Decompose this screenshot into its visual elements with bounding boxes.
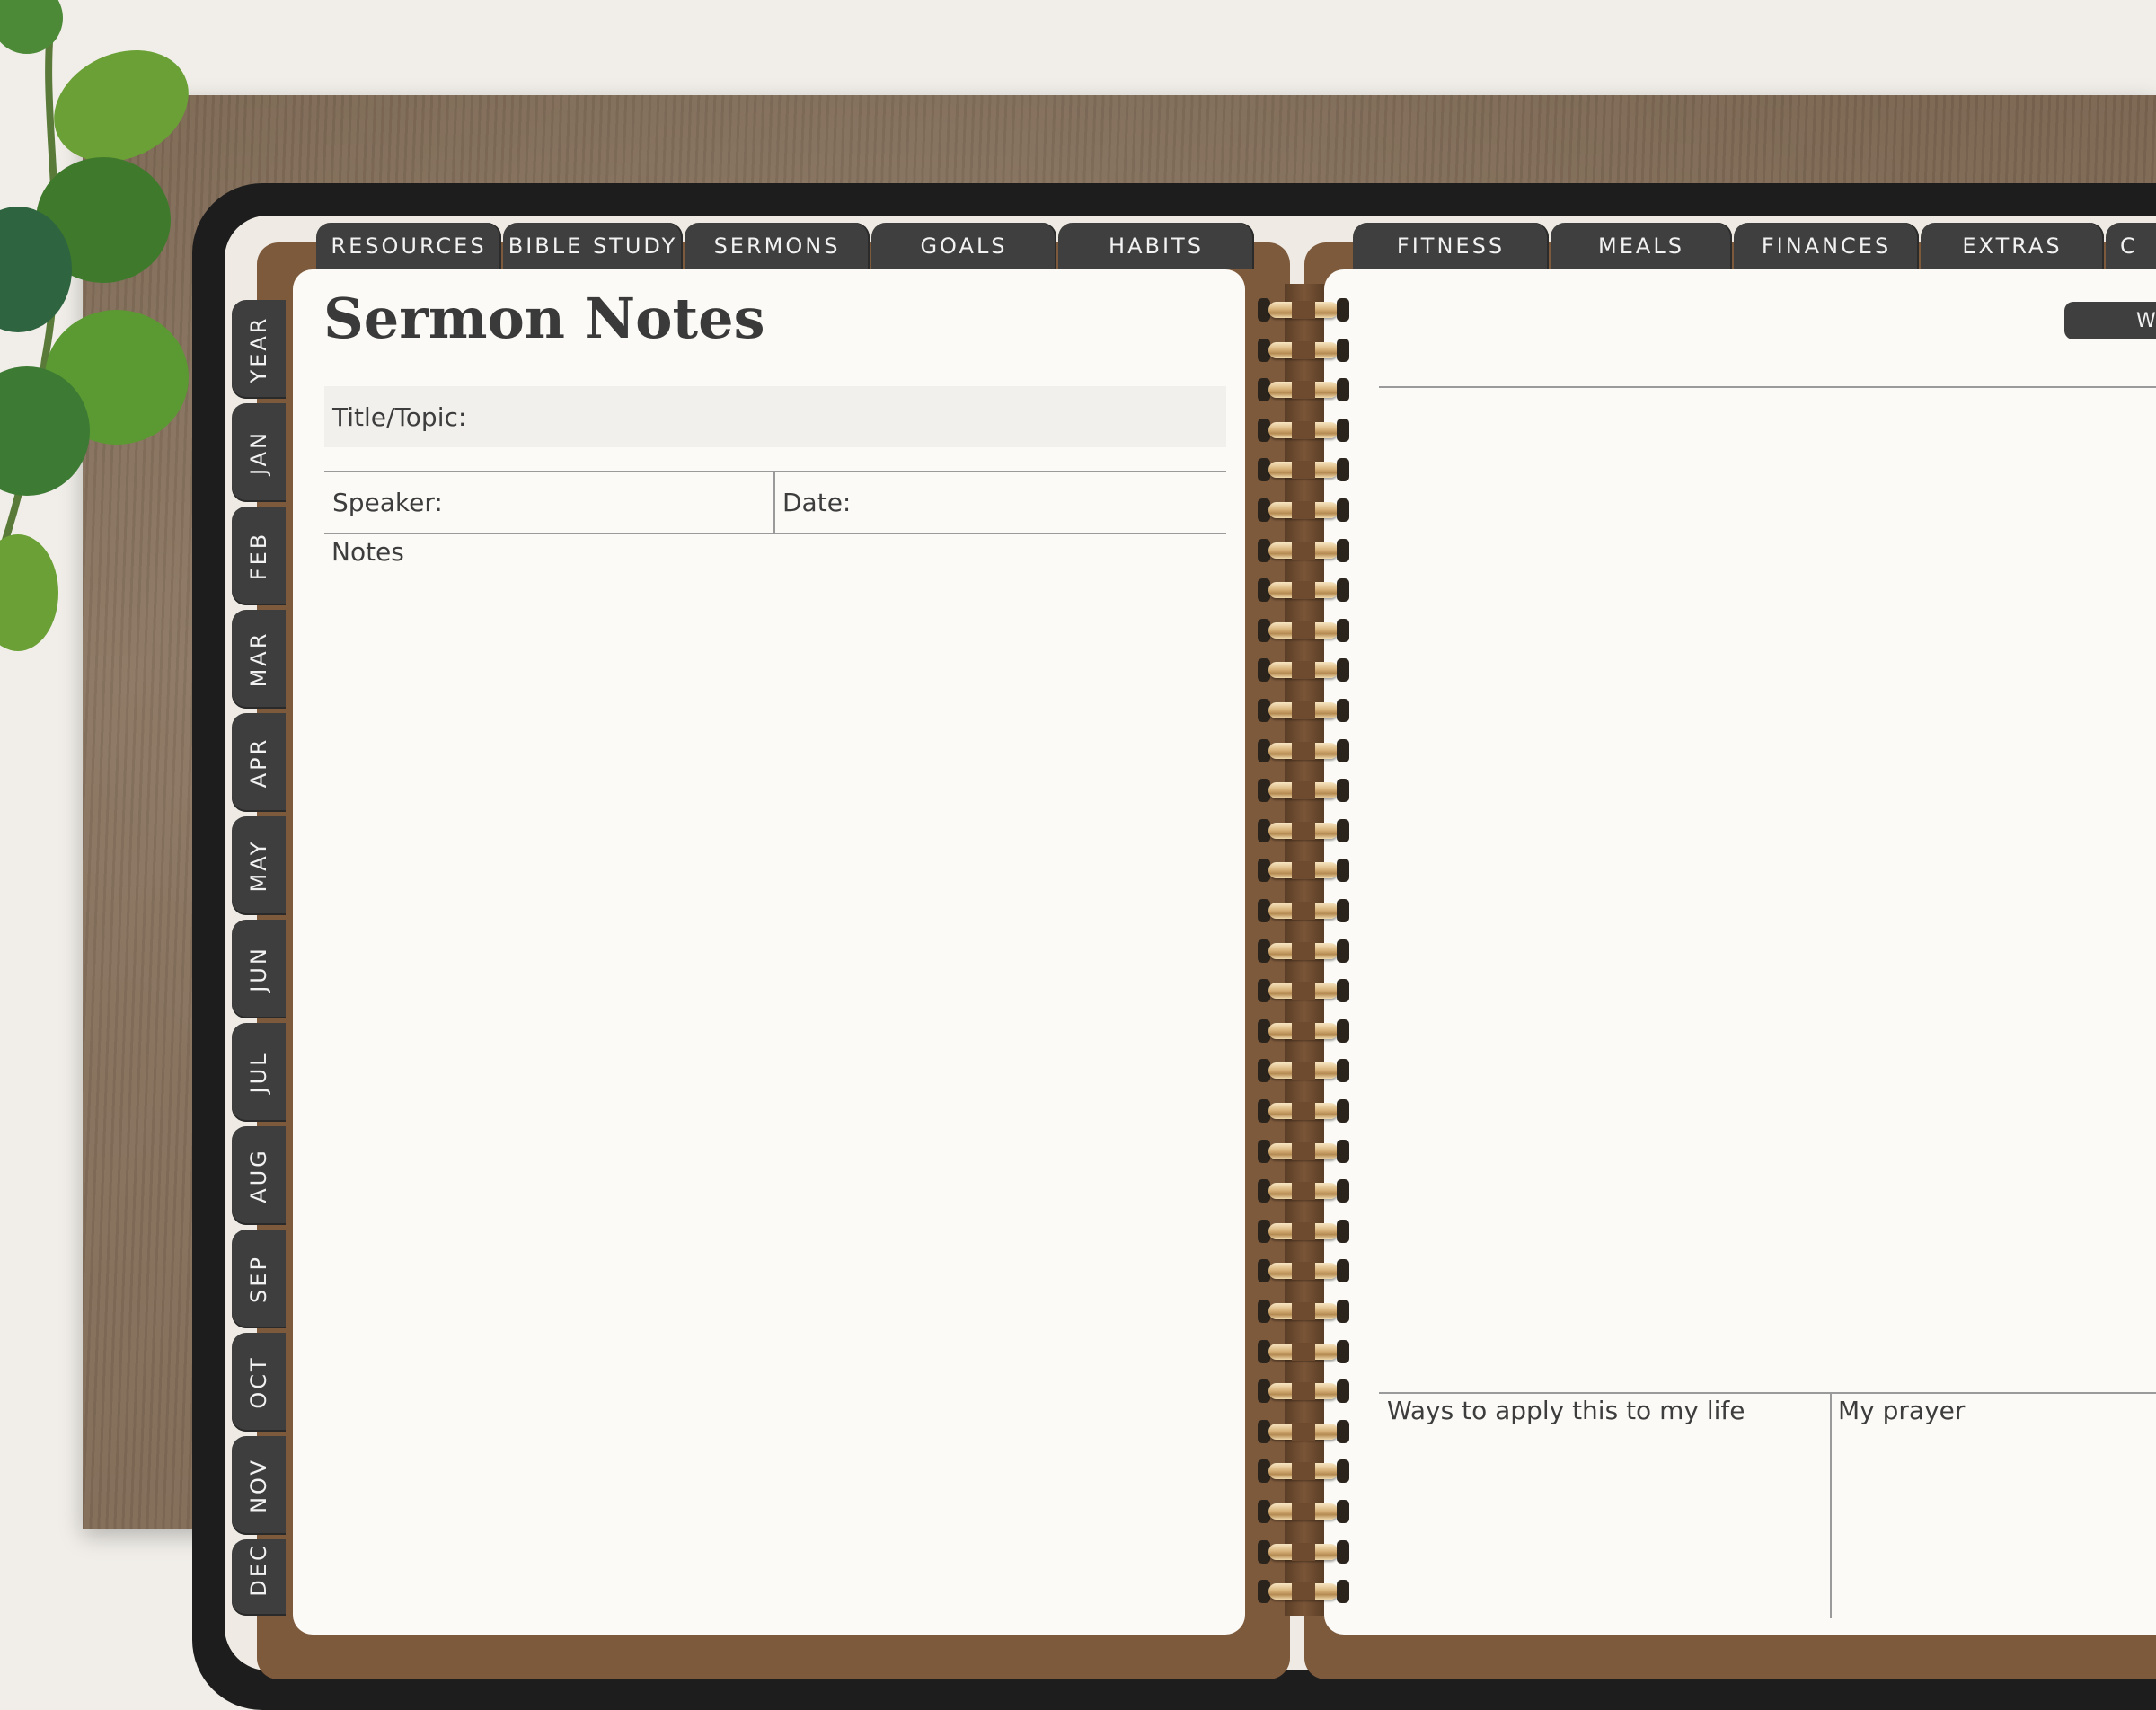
right-page-button[interactable]: W	[2064, 302, 2156, 339]
notes-label: Notes	[331, 537, 404, 567]
divider	[1830, 1394, 1832, 1618]
spiral-ring	[1258, 697, 1349, 726]
spiral-ring	[1258, 1498, 1349, 1527]
side-tab-may[interactable]: MAY	[232, 816, 286, 915]
tab-goals[interactable]: GOALS	[871, 223, 1056, 269]
spiral-ring	[1258, 1538, 1349, 1567]
my-prayer-label: My prayer	[1838, 1396, 1966, 1425]
tab-resources[interactable]: RESOURCES	[316, 223, 501, 269]
leaf-decoration-icon	[0, 0, 189, 651]
spiral-ring	[1258, 1097, 1349, 1126]
divider	[324, 533, 1226, 534]
spiral-ring	[1258, 657, 1349, 685]
spiral-ring	[1258, 617, 1349, 646]
tab-fitness[interactable]: FITNESS	[1353, 223, 1549, 269]
spiral-ring	[1258, 497, 1349, 525]
side-tab-dec[interactable]: DEC	[232, 1539, 286, 1616]
spiral-ring	[1258, 737, 1349, 766]
spiral-ring	[1258, 1057, 1349, 1086]
tab-extras[interactable]: EXTRAS	[1921, 223, 2104, 269]
spiral-ring	[1258, 1257, 1349, 1286]
right-notes-area[interactable]	[1379, 390, 2156, 1392]
spiral-ring	[1258, 577, 1349, 605]
tab-meals[interactable]: MEALS	[1551, 223, 1732, 269]
side-tab-jan[interactable]: JAN	[232, 403, 286, 502]
spiral-ring	[1258, 1578, 1349, 1607]
side-tab-jun[interactable]: JUN	[232, 920, 286, 1018]
side-tab-oct[interactable]: OCT	[232, 1333, 286, 1432]
tab-cut-off[interactable]: C	[2106, 223, 2156, 269]
side-tab-year[interactable]: YEAR	[232, 300, 286, 399]
spiral-ring	[1258, 1458, 1349, 1486]
divider	[324, 471, 1226, 472]
spiral-ring	[1258, 1177, 1349, 1206]
spiral-ring	[1258, 1418, 1349, 1447]
spiral-ring	[1258, 376, 1349, 405]
spiral-ring	[1258, 857, 1349, 886]
side-tab-nov[interactable]: NOV	[232, 1436, 286, 1535]
spiral-ring	[1258, 1138, 1349, 1167]
divider	[773, 472, 775, 533]
side-tab-sep[interactable]: SEP	[232, 1230, 286, 1328]
side-tab-feb[interactable]: FEB	[232, 507, 286, 605]
divider	[1379, 1392, 2156, 1394]
spiral-ring	[1258, 1378, 1349, 1406]
date-label: Date:	[782, 488, 852, 517]
spiral-ring	[1258, 817, 1349, 846]
spiral-ring	[1258, 296, 1349, 325]
spiral-ring	[1258, 537, 1349, 566]
side-tab-jul[interactable]: JUL	[232, 1023, 286, 1122]
spiral-ring	[1258, 1338, 1349, 1367]
spiral-ring	[1258, 337, 1349, 366]
side-tab-apr[interactable]: APR	[232, 713, 286, 812]
spiral-ring	[1258, 1018, 1349, 1046]
spiral-ring	[1258, 1218, 1349, 1247]
spiral-ring	[1258, 938, 1349, 966]
page-title: Sermon Notes	[323, 286, 765, 351]
spiral-ring	[1258, 777, 1349, 806]
spiral-ring	[1258, 897, 1349, 926]
notes-area[interactable]	[324, 569, 1226, 1602]
tab-bible-study[interactable]: BIBLE STUDY	[503, 223, 683, 269]
tab-finances[interactable]: FINANCES	[1734, 223, 1919, 269]
ways-to-apply-label: Ways to apply this to my life	[1387, 1396, 1745, 1425]
spiral-ring	[1258, 1298, 1349, 1327]
tab-sermons[interactable]: SERMONS	[685, 223, 870, 269]
spiral-ring	[1258, 417, 1349, 445]
spiral-ring	[1258, 456, 1349, 485]
title-topic-label: Title/Topic:	[332, 402, 467, 432]
side-tab-mar[interactable]: MAR	[232, 610, 286, 709]
divider	[1379, 386, 2156, 388]
side-tab-aug[interactable]: AUG	[232, 1126, 286, 1225]
spiral-ring	[1258, 977, 1349, 1006]
tab-habits[interactable]: HABITS	[1058, 223, 1254, 269]
speaker-label: Speaker:	[332, 488, 443, 517]
